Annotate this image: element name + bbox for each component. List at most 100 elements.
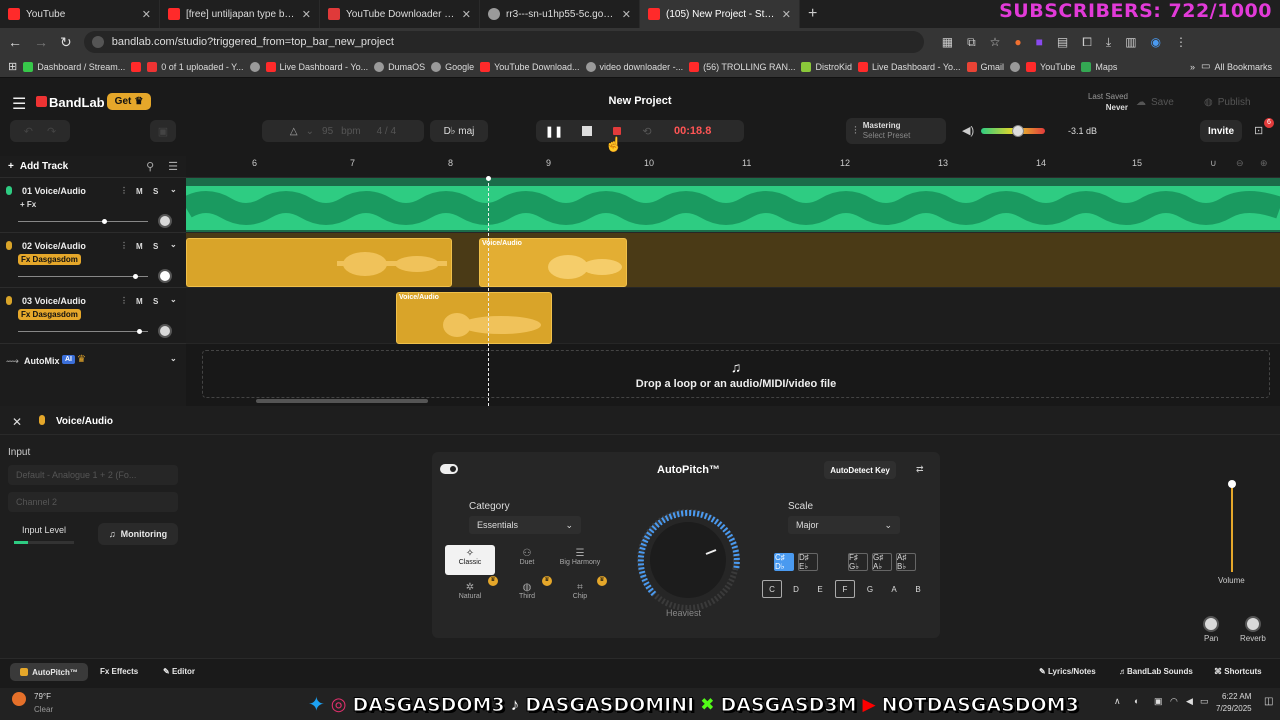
key-f[interactable]: F — [835, 580, 855, 598]
bookmark-item[interactable]: Gmail — [966, 61, 1004, 72]
notifications-icon[interactable]: ◫ — [1264, 696, 1273, 707]
tray-app-icon[interactable]: ▣ — [1154, 696, 1163, 707]
autodetect-key-button[interactable]: AutoDetect Key — [824, 461, 896, 479]
key-d-sharp[interactable]: D♯ E♭ — [798, 553, 818, 571]
footer-tab-effects[interactable]: Fx Effects — [100, 667, 138, 676]
mute-button[interactable]: M — [136, 242, 143, 251]
stop-button[interactable] — [572, 126, 602, 136]
loop-icon[interactable]: ⟲ — [632, 125, 662, 138]
track-lane[interactable]: Voice/Audio — [186, 288, 1280, 344]
reload-icon[interactable]: ↻ — [60, 34, 72, 51]
extension-icon[interactable]: ▤ — [1057, 35, 1068, 50]
project-title[interactable]: New Project — [540, 95, 740, 107]
key-a[interactable]: A — [884, 580, 904, 598]
record-button[interactable] — [602, 127, 632, 135]
track-volume-thumb[interactable] — [102, 219, 107, 224]
scale-select[interactable]: Major ⌄ — [788, 516, 900, 534]
solo-button[interactable]: S — [153, 187, 158, 196]
wand-icon[interactable]: ⚲ — [146, 160, 154, 173]
close-tab-icon[interactable]: ✕ — [782, 8, 791, 21]
bookmark-star-icon[interactable]: ☆ — [990, 35, 1001, 50]
solo-button[interactable]: S — [153, 297, 158, 306]
track-menu-icon[interactable]: ⋮ — [120, 186, 128, 195]
mute-button[interactable]: M — [136, 187, 143, 196]
autopitch-toggle[interactable] — [440, 464, 458, 474]
volume-icon[interactable]: ◀ — [1186, 696, 1193, 707]
volume-fader-thumb[interactable] — [1228, 480, 1236, 488]
forward-icon[interactable]: → — [34, 34, 48, 50]
all-bookmarks[interactable]: ▭ All Bookmarks — [1201, 61, 1272, 72]
more-bookmarks-icon[interactable]: » — [1190, 62, 1195, 72]
master-volume-thumb[interactable] — [1012, 125, 1024, 137]
pan-knob[interactable] — [158, 269, 172, 283]
chevron-down-icon[interactable]: ⌄ — [170, 354, 177, 363]
save-button[interactable]: ☁ Save — [1136, 91, 1196, 113]
bookmark-item[interactable]: Google — [431, 61, 474, 72]
browser-tab[interactable]: [free] untiljapan type beat *high ✕ — [160, 0, 320, 28]
wifi-icon[interactable]: ◠ — [1170, 696, 1178, 707]
monitoring-button[interactable]: ♫ Monitoring — [98, 523, 178, 545]
track-menu-icon[interactable]: ⋮ — [120, 296, 128, 305]
bookmark-item[interactable]: YouTube — [1026, 61, 1075, 72]
category-select[interactable]: Essentials ⌄ — [469, 516, 581, 534]
key-f-sharp[interactable]: F♯ G♭ — [848, 553, 868, 571]
preset-big-harmony[interactable]: ☰ Big Harmony — [555, 545, 605, 575]
invite-button[interactable]: Invite — [1200, 120, 1242, 142]
automix-row[interactable]: ⟿ AutoMix AI ♛ ⌄ — [0, 344, 186, 406]
add-fx-button[interactable]: + Fx — [20, 200, 36, 209]
redo-icon[interactable]: ↷ — [47, 125, 56, 138]
pan-knob[interactable] — [1203, 616, 1219, 632]
timeline-ruler[interactable]: 6 7 8 9 10 11 12 13 14 15 ∪ ⊖ ⊕ — [186, 156, 1280, 178]
menu-kebab-icon[interactable]: ⋮ — [1175, 35, 1187, 50]
bookmark-item[interactable] — [131, 61, 142, 72]
sort-icon[interactable]: ☰ — [168, 160, 178, 173]
shortcuts-button[interactable]: ⌘ Shortcuts — [1214, 667, 1262, 676]
track-name[interactable]: 03 Voice/Audio — [22, 296, 86, 306]
fx-preset-tag[interactable]: Fx Dasgasdom — [18, 309, 81, 320]
bookmark-item[interactable]: Maps — [1081, 61, 1117, 72]
bookmark-item[interactable]: Live Dashboard - Yo... — [857, 61, 961, 72]
bpm-value[interactable]: 95 — [322, 126, 333, 137]
fx-preset-tag[interactable]: Fx Dasgasdom — [18, 254, 81, 265]
lyrics-notes-button[interactable]: ✎ Lyrics/Notes — [1039, 667, 1096, 676]
horizontal-scrollbar[interactable] — [256, 399, 428, 403]
magnet-icon[interactable]: ∪ — [1210, 158, 1217, 169]
bookmark-item[interactable] — [1010, 61, 1021, 72]
footer-tab-editor[interactable]: ✎ Editor — [163, 667, 195, 676]
cart-icon[interactable]: ⊡ — [1254, 124, 1263, 137]
bookmark-item[interactable] — [249, 61, 260, 72]
extension-icon[interactable]: ■ — [1036, 35, 1043, 50]
chevron-down-icon[interactable]: ⌄ — [170, 185, 177, 194]
get-membership-button[interactable]: Get ♛ — [107, 93, 151, 110]
mastering-button[interactable]: ⫶ Mastering Select Preset — [846, 118, 946, 144]
bookmark-item[interactable]: Dashboard / Stream... — [23, 61, 125, 72]
audio-clip-selected[interactable]: Voice/Audio — [479, 238, 627, 287]
zoom-in-icon[interactable]: ⊕ — [1260, 158, 1268, 169]
time-signature[interactable]: 4 / 4 — [377, 126, 396, 137]
metronome-icon[interactable]: △ — [290, 126, 298, 137]
audio-clip[interactable] — [186, 238, 452, 287]
extension-icon[interactable]: ▦ — [942, 35, 953, 50]
back-icon[interactable]: ← — [8, 34, 22, 50]
key-e[interactable]: E — [810, 580, 830, 598]
mixer-button[interactable]: ▣ — [150, 120, 176, 142]
chevron-down-icon[interactable]: ⌄ — [170, 240, 177, 249]
browser-tab[interactable]: YouTube ✕ — [0, 0, 160, 28]
audio-clip[interactable] — [180, 186, 1280, 230]
zoom-out-icon[interactable]: ⊖ — [1236, 158, 1244, 169]
key-b[interactable]: B — [908, 580, 928, 598]
playhead-handle[interactable] — [486, 176, 491, 181]
footer-tab-autopitch[interactable]: AutoPitch™ — [10, 663, 88, 681]
track-volume-thumb[interactable] — [137, 329, 142, 334]
undo-icon[interactable]: ↶ — [24, 125, 33, 138]
key-a-sharp[interactable]: A♯ B♭ — [896, 553, 916, 571]
new-tab-icon[interactable]: + — [800, 0, 825, 28]
track-volume-slider[interactable] — [18, 221, 148, 222]
track-volume-slider[interactable] — [18, 276, 148, 277]
autopitch-dial[interactable] — [632, 504, 744, 616]
bookmark-item[interactable]: (56) TROLLING RAN... — [689, 61, 795, 72]
hamburger-menu-icon[interactable]: ☰ — [12, 94, 26, 114]
track-menu-icon[interactable]: ⋮ — [120, 241, 128, 250]
close-tab-icon[interactable]: ✕ — [302, 8, 311, 21]
bookmark-item[interactable]: Live Dashboard - Yo... — [265, 61, 368, 72]
